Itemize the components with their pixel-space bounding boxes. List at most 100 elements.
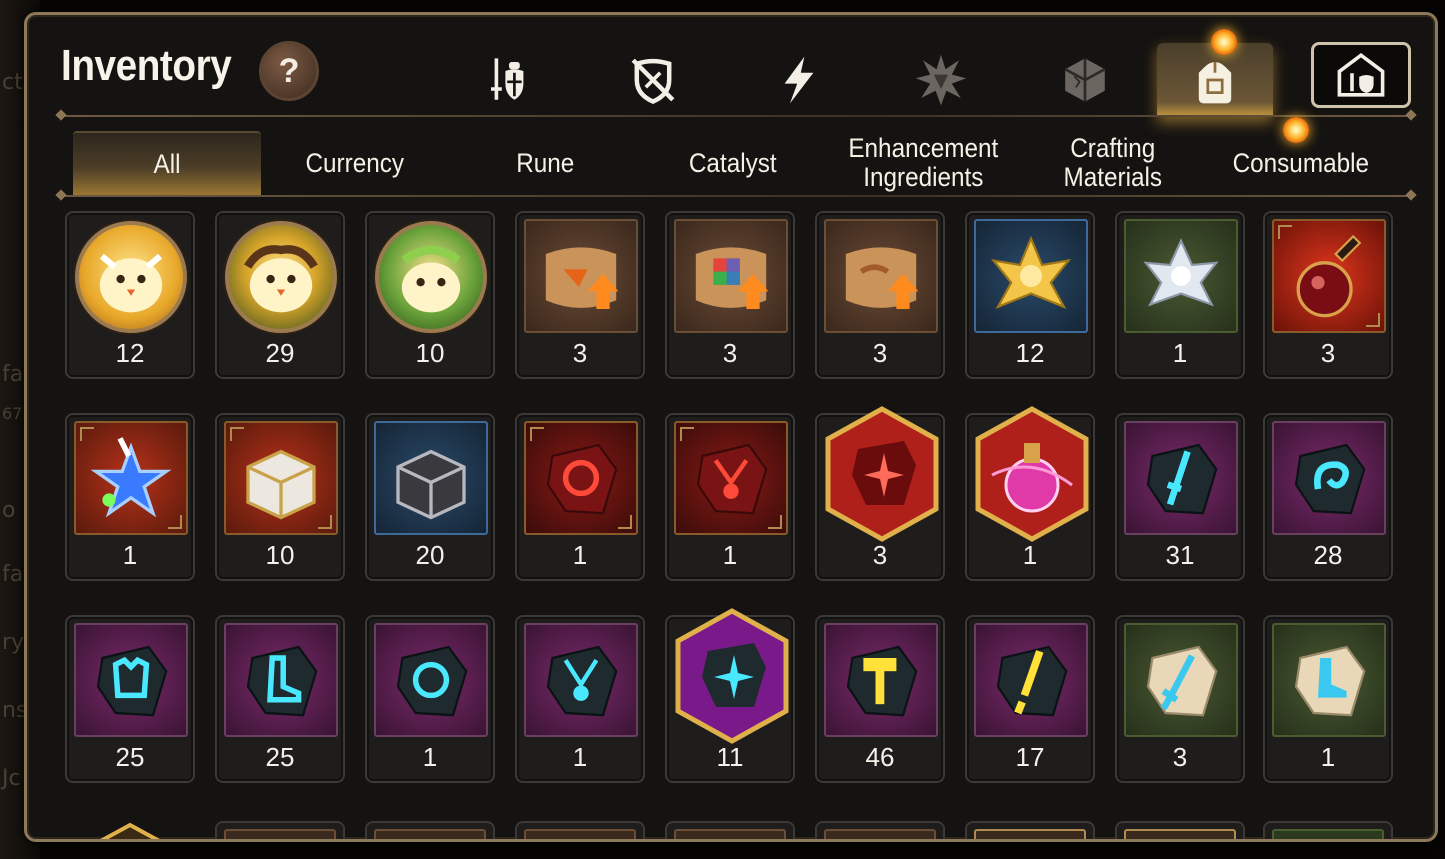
blue-rune-armor-icon: [74, 623, 188, 737]
inventory-slot[interactable]: 1: [365, 615, 495, 783]
background-text: fa: [2, 362, 24, 387]
item-count: 10: [265, 540, 295, 570]
laurel-phantasma-circle-icon: [375, 221, 487, 333]
yellow-rune-hammer-icon: [824, 623, 938, 737]
lightning-icon: [784, 56, 814, 104]
inventory-slot[interactable]: 3: [1263, 211, 1393, 379]
background-text: ry: [2, 630, 25, 655]
blue-rune-necklace-icon: [524, 623, 638, 737]
inventory-slot[interactable]: 3: [1115, 615, 1245, 783]
inventory-slot[interactable]: 3: [815, 406, 945, 581]
item-count: 29: [265, 338, 295, 368]
house-armory-icon: [1337, 52, 1385, 97]
help-button[interactable]: ?: [259, 41, 319, 101]
golden-lotus-crystal-icon: [974, 219, 1088, 333]
tab-unequipped[interactable]: [595, 43, 711, 117]
inventory-slot[interactable]: 1: [515, 413, 645, 581]
inventory-slot[interactable]: 25: [65, 615, 195, 783]
inventory-slot[interactable]: 1: [965, 406, 1095, 581]
panel-corner: [27, 815, 51, 839]
inventory-slot-partial[interactable]: [215, 821, 345, 839]
item-count: 28: [1313, 540, 1343, 570]
inventory-slot[interactable]: 1: [515, 615, 645, 783]
panel-corner: [1411, 15, 1435, 39]
item-count: 25: [265, 742, 295, 772]
inventory-slot[interactable]: 1: [65, 413, 195, 581]
inventory-slot[interactable]: 31: [1115, 413, 1245, 581]
inventory-slot[interactable]: 10: [215, 413, 345, 581]
tab-equipment[interactable]: [451, 43, 567, 117]
silver-lotus-crystal-icon: [1124, 219, 1238, 333]
notification-dot: [1211, 29, 1237, 55]
item-count: 11: [716, 742, 744, 772]
subtab-rune[interactable]: Rune: [451, 131, 639, 195]
cracked-cube-icon: [1064, 58, 1106, 102]
inventory-slot[interactable]: 3: [815, 211, 945, 379]
scroll-upgrade-plain-icon: [824, 219, 938, 333]
blue-rune-sword-icon: [1124, 421, 1238, 535]
inventory-slot[interactable]: 3: [665, 211, 795, 379]
inventory-slot-partial[interactable]: [65, 821, 195, 839]
burst-emblem-icon: [915, 54, 967, 106]
inventory-slot[interactable]: 12: [965, 211, 1095, 379]
red-hex-rune-star-icon: [822, 405, 942, 543]
inventory-slot[interactable]: 10: [365, 211, 495, 379]
item-count: 1: [722, 540, 738, 570]
inventory-slot[interactable]: 20: [365, 413, 495, 581]
inventory-slot-partial[interactable]: [1263, 821, 1393, 839]
inventory-slot-partial[interactable]: [365, 821, 495, 839]
tab-fragment[interactable]: [1027, 43, 1143, 117]
item-count: 1: [572, 742, 588, 772]
inventory-slot-partial[interactable]: [515, 821, 645, 839]
inventory-slot[interactable]: 46: [815, 615, 945, 783]
tab-exclusive[interactable]: [883, 43, 999, 117]
background-text: 67: [2, 404, 23, 423]
scroll-upgrade-rainbow-icon: [674, 219, 788, 333]
red-potion-flask-icon: [1272, 219, 1386, 333]
subtab-all[interactable]: All: [73, 131, 261, 195]
purple-hex-rune-star-icon: [672, 607, 792, 745]
page-title: Inventory: [61, 41, 232, 90]
subtab-currency[interactable]: Currency: [261, 131, 449, 195]
background-text: o: [2, 498, 16, 523]
inventory-slot[interactable]: 1: [1263, 615, 1393, 783]
inventory-slot-partial[interactable]: [1115, 821, 1245, 839]
inventory-slot[interactable]: 1: [665, 413, 795, 581]
blue-rune-swirl-icon: [1272, 421, 1386, 535]
inventory-slot[interactable]: 11: [665, 608, 795, 783]
item-count: 3: [872, 540, 888, 570]
inventory-slot[interactable]: 12: [65, 211, 195, 379]
item-count: 25: [115, 742, 145, 772]
inventory-slot[interactable]: 29: [215, 211, 345, 379]
inventory-slot[interactable]: 28: [1263, 413, 1393, 581]
item-count: 3: [1320, 338, 1336, 368]
subtab-enhancement-ingredients[interactable]: Enhancement Ingredients: [829, 131, 1017, 195]
subtab-crafting-materials[interactable]: Crafting Materials: [1019, 131, 1207, 195]
notification-dot: [1283, 117, 1309, 143]
blue-rune-boot-icon: [224, 623, 338, 737]
scroll-upgrade-orange-icon: [524, 219, 638, 333]
item-count: 1: [1022, 540, 1038, 570]
crossed-shield-icon: [631, 58, 675, 105]
inventory-slot-partial[interactable]: [665, 821, 795, 839]
item-count: 3: [872, 338, 888, 368]
inventory-slot-partial[interactable]: [965, 821, 1095, 839]
stone-rune-sword-icon: [1124, 623, 1238, 737]
item-count: 1: [572, 540, 588, 570]
inventory-slot[interactable]: 1: [1115, 211, 1245, 379]
inventory-slot[interactable]: 17: [965, 615, 1095, 783]
green-gold-phantasma-circle-icon: [225, 221, 337, 333]
backpack-icon: [1198, 62, 1232, 104]
yellow-rune-sword-icon: [974, 623, 1088, 737]
blue-rune-ring-icon: [374, 623, 488, 737]
red-rune-necklace-icon: [674, 421, 788, 535]
inventory-slot[interactable]: 25: [215, 615, 345, 783]
tab-items[interactable]: [1157, 43, 1273, 117]
item-count: 3: [722, 338, 738, 368]
subtab-catalyst[interactable]: Catalyst: [639, 131, 827, 195]
panel-corner: [27, 15, 51, 39]
tab-artifact[interactable]: [741, 43, 857, 117]
inventory-slot-partial[interactable]: [815, 821, 945, 839]
inventory-slot[interactable]: 3: [515, 211, 645, 379]
tab-storage[interactable]: [1311, 42, 1411, 108]
